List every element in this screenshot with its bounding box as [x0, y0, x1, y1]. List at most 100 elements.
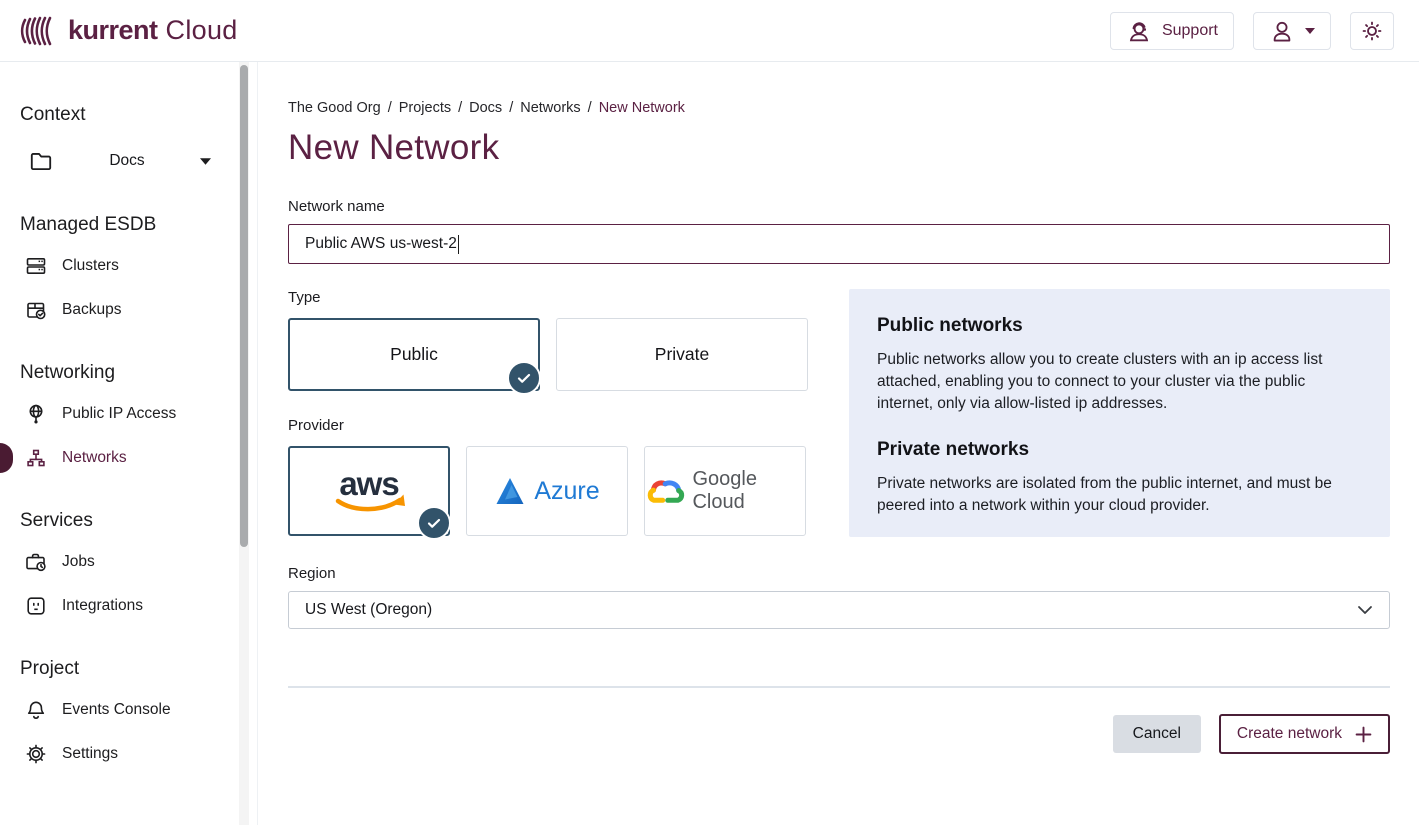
sidebar-item-events-console[interactable]: Events Console: [0, 688, 257, 732]
type-option-private[interactable]: Private: [556, 318, 808, 391]
sidebar-item-label: Clusters: [62, 257, 119, 275]
user-menu-button[interactable]: [1253, 12, 1331, 50]
text-cursor: [458, 235, 460, 254]
sidebar-heading-networking: Networking: [0, 362, 257, 384]
sidebar: Context Docs Managed ESDB: [0, 62, 258, 825]
network-name-label: Network name: [288, 198, 1390, 215]
page-title: New Network: [288, 128, 1390, 168]
gear-icon: [24, 742, 48, 766]
plus-icon: [1355, 726, 1372, 743]
sidebar-item-label: Events Console: [62, 701, 171, 719]
provider-label: Provider: [288, 417, 808, 434]
type-label: Type: [288, 289, 808, 306]
headset-person-icon: [1126, 18, 1152, 44]
region-label: Region: [288, 565, 1390, 582]
info-column: Public networks Public networks allow yo…: [849, 289, 1390, 537]
person-icon: [1269, 18, 1295, 44]
type-options: Public Private: [288, 318, 808, 391]
breadcrumb-separator: /: [458, 100, 462, 116]
breadcrumb: The Good Org / Projects / Docs / Network…: [288, 100, 1390, 116]
selected-check-badge: [507, 361, 541, 395]
main-content: The Good Org / Projects / Docs / Network…: [258, 62, 1419, 825]
type-option-label: Private: [655, 344, 709, 365]
create-network-button[interactable]: Create network: [1219, 714, 1390, 754]
active-item-indicator: [0, 443, 13, 473]
breadcrumb-networks[interactable]: Networks: [520, 100, 580, 116]
power-outlet-icon: [24, 594, 48, 618]
info-body-public: Public networks allow you to create clus…: [877, 349, 1362, 415]
sidebar-item-label: Integrations: [62, 597, 143, 615]
form-options-column: Type Public Private Provider: [288, 289, 808, 537]
aws-logo: aws: [326, 465, 412, 517]
network-types-info-panel: Public networks Public networks allow yo…: [849, 289, 1390, 537]
sidebar-scrollbar-thumb[interactable]: [240, 65, 248, 547]
provider-option-aws[interactable]: aws: [288, 446, 450, 536]
brand-name: kurrent: [68, 17, 158, 44]
type-option-public[interactable]: Public: [288, 318, 540, 391]
cancel-button[interactable]: Cancel: [1113, 715, 1201, 753]
provider-option-azure[interactable]: Azure: [466, 446, 628, 536]
support-label: Support: [1162, 22, 1218, 40]
support-button[interactable]: Support: [1110, 12, 1234, 50]
context-project-selector[interactable]: Docs: [0, 138, 257, 184]
org-chart-icon: [24, 446, 48, 470]
caret-down-icon: [200, 158, 211, 165]
sound-waves-icon: [20, 11, 58, 51]
breadcrumb-current: New Network: [599, 100, 685, 116]
type-option-label: Public: [390, 344, 438, 365]
brand-suffix: Cloud: [166, 17, 238, 44]
caret-down-icon: [1305, 28, 1315, 34]
breadcrumb-separator: /: [509, 100, 513, 116]
sidebar-item-label: Settings: [62, 745, 118, 763]
azure-logo: Azure: [494, 475, 599, 507]
info-body-private: Private networks are isolated from the p…: [877, 473, 1362, 517]
header-actions: Support: [1110, 12, 1394, 50]
info-heading-private: Private networks: [877, 439, 1362, 461]
google-cloud-wordmark: Google Cloud: [692, 468, 805, 514]
breadcrumb-docs[interactable]: Docs: [469, 100, 502, 116]
brand-text: kurrent Cloud: [68, 17, 238, 44]
breadcrumb-org[interactable]: The Good Org: [288, 100, 381, 116]
sidebar-item-networks[interactable]: Networks: [0, 436, 257, 480]
sidebar-item-label: Jobs: [62, 553, 95, 571]
sidebar-item-integrations[interactable]: Integrations: [0, 584, 257, 628]
breadcrumb-projects[interactable]: Projects: [399, 100, 451, 116]
sidebar-item-label: Public IP Access: [62, 405, 176, 423]
kurrent-cloud-logo[interactable]: kurrent Cloud: [20, 11, 238, 51]
sidebar-heading-context: Context: [0, 104, 257, 126]
server-stack-icon: [24, 254, 48, 278]
info-heading-public: Public networks: [877, 315, 1362, 337]
sidebar-item-public-ip-access[interactable]: Public IP Access: [0, 392, 257, 436]
region-value: US West (Oregon): [305, 601, 432, 619]
chevron-down-icon: [1357, 605, 1373, 615]
network-name-input[interactable]: Public AWS us-west-2: [288, 224, 1390, 264]
sidebar-heading-project: Project: [0, 658, 257, 680]
sidebar-item-backups[interactable]: Backups: [0, 288, 257, 332]
theme-toggle-button[interactable]: [1350, 12, 1394, 50]
globe-node-icon: [24, 402, 48, 426]
selected-check-badge: [417, 506, 451, 540]
network-name-value: Public AWS us-west-2: [305, 235, 457, 253]
box-check-icon: [24, 298, 48, 322]
form-actions: Cancel Create network: [288, 714, 1390, 754]
breadcrumb-separator: /: [388, 100, 392, 116]
folder-icon: [28, 148, 54, 174]
sidebar-item-label: Backups: [62, 301, 121, 319]
google-cloud-logo: Google Cloud: [645, 468, 805, 514]
region-select[interactable]: US West (Oregon): [288, 591, 1390, 629]
create-network-label: Create network: [1237, 725, 1342, 743]
sidebar-heading-services: Services: [0, 510, 257, 532]
bell-icon: [24, 698, 48, 722]
sidebar-item-jobs[interactable]: Jobs: [0, 540, 257, 584]
briefcase-clock-icon: [24, 550, 48, 574]
sidebar-item-settings[interactable]: Settings: [0, 732, 257, 776]
sidebar-scrollbar-track[interactable]: [239, 62, 249, 825]
sidebar-item-label: Networks: [62, 449, 127, 467]
breadcrumb-separator: /: [588, 100, 592, 116]
form-footer-divider: [288, 686, 1390, 688]
provider-options: aws: [288, 446, 808, 536]
app-header: kurrent Cloud Support: [0, 0, 1419, 62]
sidebar-item-clusters[interactable]: Clusters: [0, 244, 257, 288]
provider-option-google-cloud[interactable]: Google Cloud: [644, 446, 806, 536]
aws-wordmark: aws: [339, 465, 398, 502]
